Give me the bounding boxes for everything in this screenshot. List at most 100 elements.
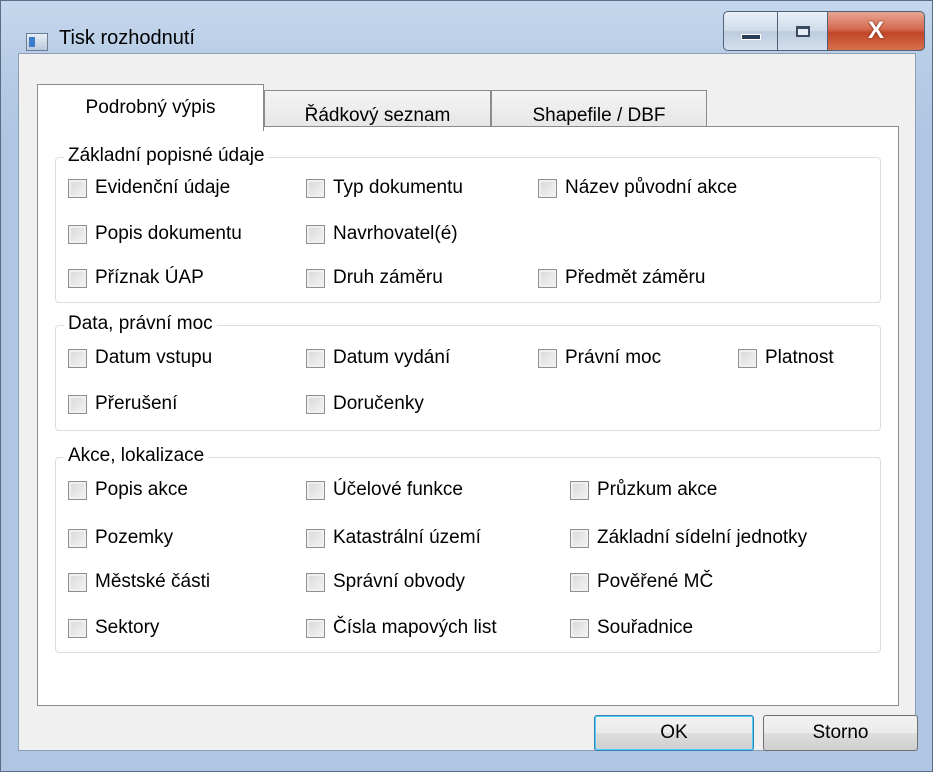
maximize-button[interactable] — [778, 11, 828, 51]
dialog-client-area: Podrobný výpis Řádkový seznam Shapefile … — [18, 53, 916, 751]
checkbox-box[interactable] — [306, 480, 325, 500]
checkbox-box[interactable] — [306, 178, 325, 198]
tab-podrobny-vypis[interactable]: Podrobný výpis — [37, 84, 264, 131]
checkbox-box[interactable] — [306, 224, 325, 244]
checkbox-priznak-uap[interactable]: Příznak ÚAP — [68, 265, 204, 291]
checkbox-box[interactable] — [570, 480, 589, 500]
group-dates: Data, právní moc — [55, 313, 881, 431]
checkbox-label: Základní sídelní jednotky — [597, 527, 808, 548]
title-bar[interactable]: Tisk rozhodnutí X — [1, 1, 932, 53]
checkbox-label: Popis akce — [95, 479, 188, 500]
checkbox-label: Čísla mapových list — [333, 617, 497, 638]
checkbox-label: Účelové funkce — [333, 479, 463, 500]
checkbox-label: Platnost — [765, 347, 834, 368]
checkbox-box[interactable] — [68, 618, 87, 638]
group-title: Data, právní moc — [64, 313, 217, 335]
checkbox-nazev-puvodni-akce[interactable]: Název původní akce — [538, 175, 737, 201]
checkbox-datum-vstupu[interactable]: Datum vstupu — [68, 345, 212, 371]
checkbox-popis-akce[interactable]: Popis akce — [68, 477, 188, 503]
checkbox-druh-zameru[interactable]: Druh záměru — [306, 265, 443, 291]
checkbox-pozemky[interactable]: Pozemky — [68, 525, 173, 551]
minimize-icon — [740, 34, 761, 40]
tab-label: Řádkový seznam — [304, 104, 451, 126]
checkbox-box[interactable] — [68, 480, 87, 500]
checkbox-label: Příznak ÚAP — [95, 267, 204, 288]
checkbox-label: Přerušení — [95, 393, 178, 414]
checkbox-box[interactable] — [306, 618, 325, 638]
dialog-window: Tisk rozhodnutí X Podrobný výpis Řádkový… — [0, 0, 933, 772]
caption-buttons: X — [723, 11, 925, 51]
checkbox-box[interactable] — [68, 572, 87, 592]
minimize-button[interactable] — [723, 11, 778, 51]
close-icon: X — [867, 17, 884, 44]
checkbox-katastralni-uzemi[interactable]: Katastrální území — [306, 525, 481, 551]
checkbox-label: Správní obvody — [333, 571, 466, 592]
checkbox-label: Navrhovatel(é) — [333, 223, 458, 244]
checkbox-navrhovatele[interactable]: Navrhovatel(é) — [306, 221, 458, 247]
checkbox-poverene-mc[interactable]: Pověřené MČ — [570, 569, 713, 595]
checkbox-box[interactable] — [570, 528, 589, 548]
checkbox-box[interactable] — [538, 178, 557, 198]
checkbox-box[interactable] — [738, 348, 757, 368]
checkbox-box[interactable] — [306, 394, 325, 414]
checkbox-box[interactable] — [306, 528, 325, 548]
checkbox-pruzkum-akce[interactable]: Průzkum akce — [570, 477, 717, 503]
checkbox-label: Druh záměru — [333, 267, 443, 288]
checkbox-box[interactable] — [68, 224, 87, 244]
checkbox-box[interactable] — [570, 618, 589, 638]
maximize-icon — [795, 25, 810, 37]
checkbox-preruseni[interactable]: Přerušení — [68, 391, 177, 417]
checkbox-label: Datum vydání — [333, 347, 451, 368]
checkbox-box[interactable] — [306, 572, 325, 592]
checkbox-label: Datum vstupu — [95, 347, 213, 368]
checkbox-label: Průzkum akce — [597, 479, 718, 500]
checkbox-label: Doručenky — [333, 393, 424, 414]
checkbox-sektory[interactable]: Sektory — [68, 615, 159, 641]
checkbox-dorucenky[interactable]: Doručenky — [306, 391, 424, 417]
checkbox-pravni-moc[interactable]: Právní moc — [538, 345, 661, 371]
checkbox-box[interactable] — [68, 528, 87, 548]
checkbox-box[interactable] — [570, 572, 589, 592]
checkbox-evidencni-udaje[interactable]: Evidenční údaje — [68, 175, 230, 201]
checkbox-spravni-obvody[interactable]: Správní obvody — [306, 569, 465, 595]
checkbox-zakladni-sidelni-jednotky[interactable]: Základní sídelní jednotky — [570, 525, 807, 551]
group-title: Základní popisné údaje — [64, 145, 269, 167]
checkbox-box[interactable] — [306, 268, 325, 288]
window-title: Tisk rozhodnutí — [59, 27, 195, 49]
checkbox-label: Právní moc — [565, 347, 662, 368]
checkbox-popis-dokumentu[interactable]: Popis dokumentu — [68, 221, 242, 247]
checkbox-ucelove-funkce[interactable]: Účelové funkce — [306, 477, 463, 503]
checkbox-box[interactable] — [538, 268, 557, 288]
checkbox-box[interactable] — [68, 348, 87, 368]
checkbox-label: Městské části — [95, 571, 211, 592]
checkbox-label: Typ dokumentu — [333, 177, 463, 198]
checkbox-box[interactable] — [68, 268, 87, 288]
ok-button[interactable]: OK — [594, 715, 754, 751]
checkbox-box[interactable] — [538, 348, 557, 368]
app-window-icon — [26, 33, 48, 51]
checkbox-label: Předmět záměru — [565, 267, 706, 288]
checkbox-predmet-zameru[interactable]: Předmět záměru — [538, 265, 705, 291]
checkbox-box[interactable] — [68, 394, 87, 414]
checkbox-label: Evidenční údaje — [95, 177, 231, 198]
checkbox-mestske-casti[interactable]: Městské části — [68, 569, 210, 595]
checkbox-label: Popis dokumentu — [95, 223, 242, 244]
checkbox-label: Pověřené MČ — [597, 571, 714, 592]
close-button[interactable]: X — [828, 11, 925, 51]
cancel-button[interactable]: Storno — [763, 715, 918, 751]
tab-label: Podrobný výpis — [85, 97, 216, 118]
checkbox-label: Název původní akce — [565, 177, 738, 198]
checkbox-label: Sektory — [95, 617, 160, 638]
checkbox-label: Souřadnice — [597, 617, 694, 638]
checkbox-souradnice[interactable]: Souřadnice — [570, 615, 693, 641]
tab-panel-podrobny-vypis: Základní popisné údaje Data, právní moc … — [37, 126, 899, 706]
group-title: Akce, lokalizace — [64, 445, 209, 467]
checkbox-box[interactable] — [306, 348, 325, 368]
checkbox-cisla-mapovych-listu[interactable]: Čísla mapových list — [306, 615, 497, 641]
checkbox-datum-vydani[interactable]: Datum vydání — [306, 345, 450, 371]
checkbox-platnost[interactable]: Platnost — [738, 345, 834, 371]
checkbox-typ-dokumentu[interactable]: Typ dokumentu — [306, 175, 463, 201]
tab-label: Shapefile / DBF — [532, 104, 666, 126]
checkbox-label: Katastrální území — [333, 527, 481, 548]
checkbox-box[interactable] — [68, 178, 87, 198]
